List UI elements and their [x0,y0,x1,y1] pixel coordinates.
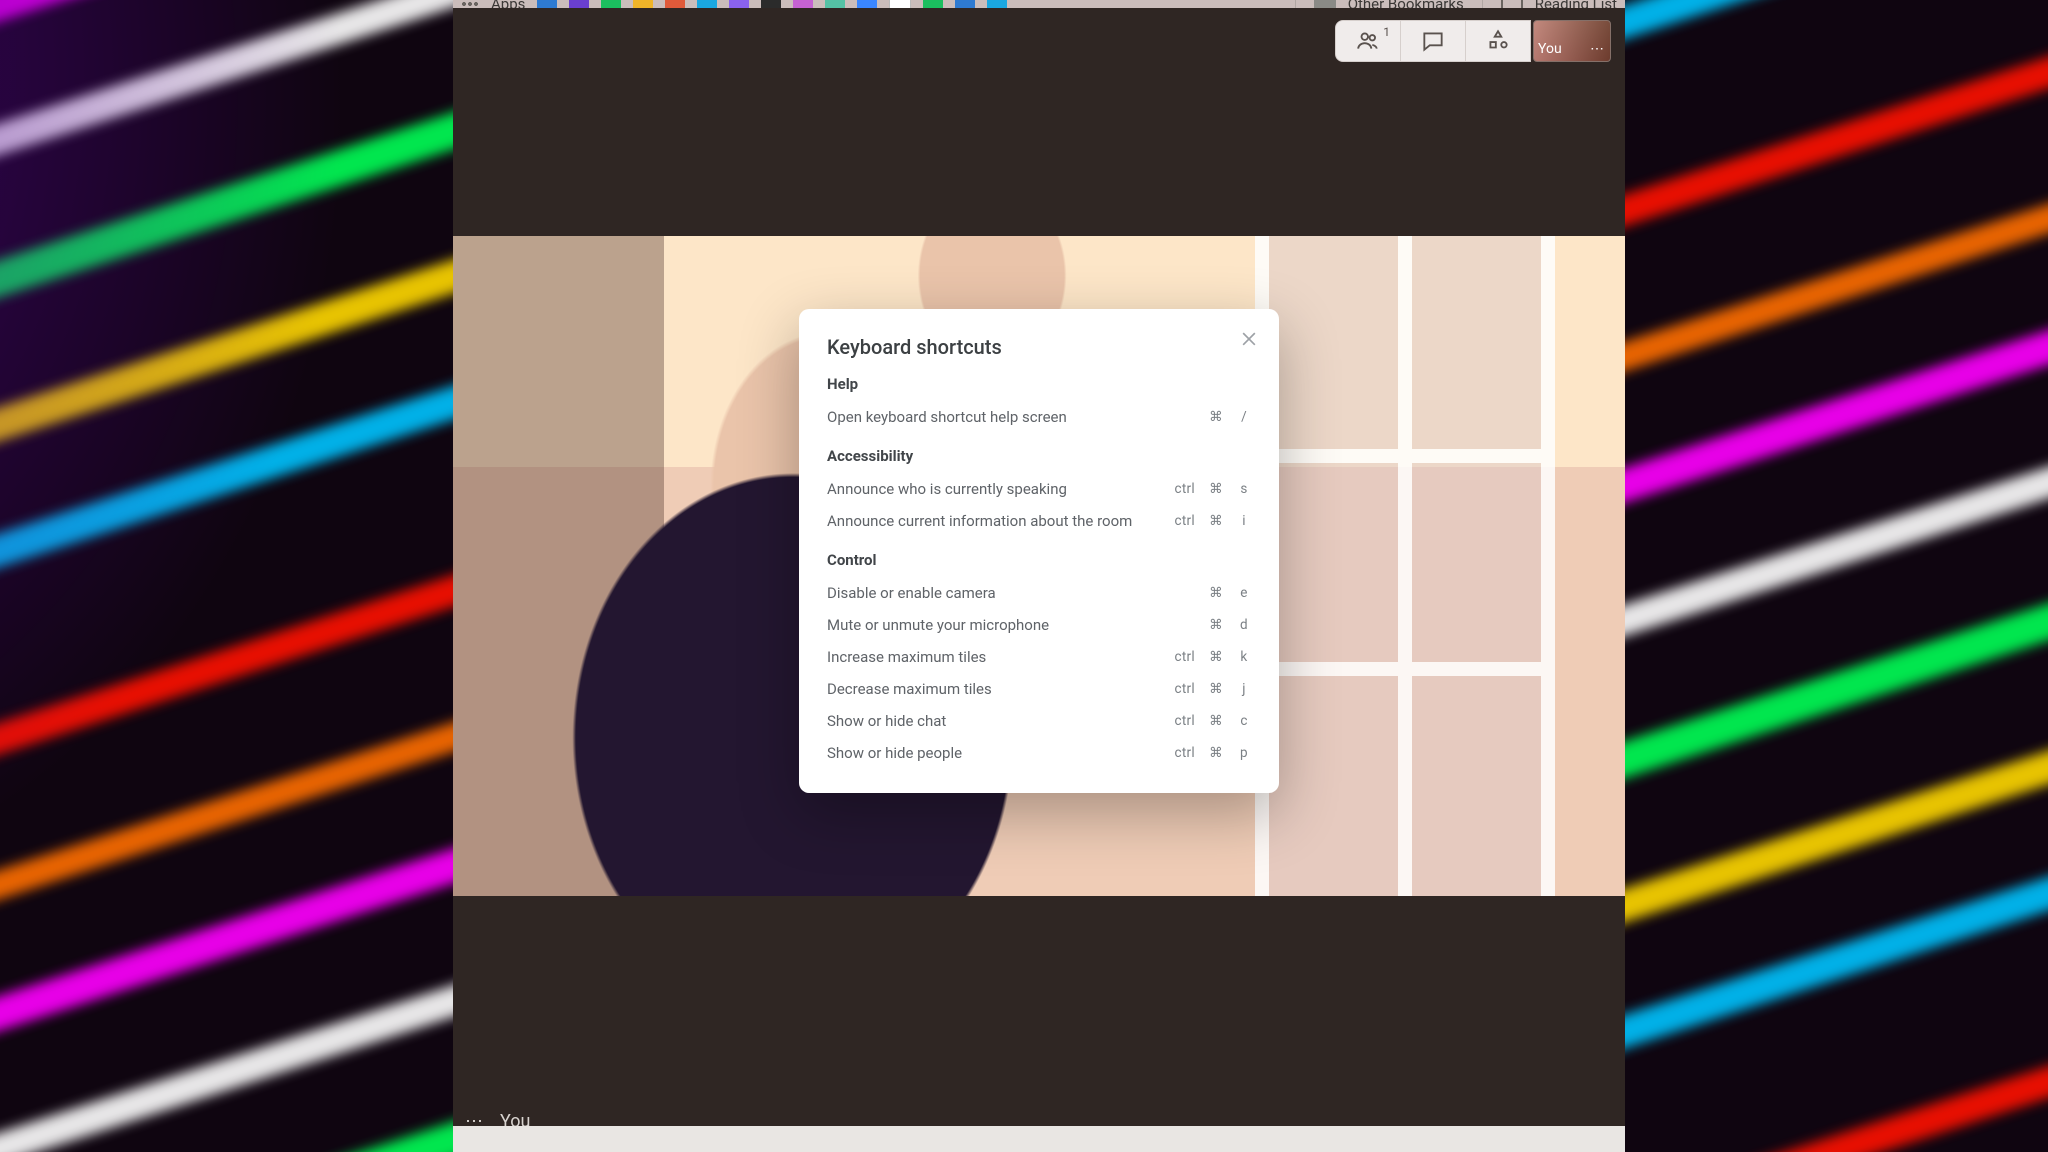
shortcut-label: Disable or enable camera [827,584,996,602]
key: ⌘ [1209,681,1223,697]
key: ctrl [1174,713,1195,729]
shortcut-label: Announce who is currently speaking [827,480,1067,498]
close-icon [1239,329,1259,349]
shortcut-keys: ctrl ⌘ s [1174,481,1251,497]
key: ⌘ [1209,745,1223,761]
key: ctrl [1174,481,1195,497]
key: ⌘ [1209,409,1223,425]
section-heading-accessibility: Accessibility [827,447,1251,465]
key: ⌘ [1209,649,1223,665]
bookmarks-bar: Apps Other Bookmarks Reading List [453,0,1625,8]
shortcut-label: Show or hide chat [827,712,946,730]
key: ⌘ [1209,481,1223,497]
key: ctrl [1174,649,1195,665]
key: ⌘ [1209,713,1223,729]
shortcut-row: Open keyboard shortcut help screen ⌘ / [827,401,1251,433]
shortcut-keys: ctrl ⌘ k [1174,649,1251,665]
key: d [1237,617,1251,633]
section-heading-help: Help [827,375,1251,393]
shortcut-label: Decrease maximum tiles [827,680,992,698]
meet-app: 1 You ⋯ ⋯ You Keyboard shortcuts Help Op… [453,8,1625,1152]
key: / [1237,409,1251,425]
key: ⌘ [1209,513,1223,529]
shortcut-label: Show or hide people [827,744,962,762]
shortcut-row: Mute or unmute your microphone ⌘ d [827,609,1251,641]
key: k [1237,649,1251,665]
shortcut-row: Show or hide people ctrl ⌘ p [827,737,1251,769]
shortcut-row: Disable or enable camera ⌘ e [827,577,1251,609]
key: p [1237,745,1251,761]
key: ⌘ [1209,617,1223,633]
shortcut-keys: ctrl ⌘ p [1174,745,1251,761]
shortcut-keys: ⌘ / [1181,409,1251,425]
shortcut-row: Announce current information about the r… [827,505,1251,537]
key: i [1237,513,1251,529]
shortcut-keys: ⌘ e [1181,585,1251,601]
shortcut-keys: ⌘ d [1181,617,1251,633]
shortcut-keys: ctrl ⌘ c [1174,713,1251,729]
shortcut-row: Announce who is currently speaking ctrl … [827,473,1251,505]
close-button[interactable] [1233,323,1265,355]
shortcut-label: Open keyboard shortcut help screen [827,408,1067,426]
key: s [1237,481,1251,497]
key: j [1237,681,1251,697]
keyboard-shortcuts-dialog: Keyboard shortcuts Help Open keyboard sh… [799,309,1279,793]
shortcut-label: Increase maximum tiles [827,648,986,666]
shortcut-row: Show or hide chat ctrl ⌘ c [827,705,1251,737]
key: ⌘ [1209,585,1223,601]
section-heading-control: Control [827,551,1251,569]
key: ctrl [1174,745,1195,761]
shortcut-keys: ctrl ⌘ j [1174,681,1251,697]
key: ctrl [1174,681,1195,697]
shortcut-keys: ctrl ⌘ i [1174,513,1251,529]
shortcut-label: Announce current information about the r… [827,512,1132,530]
shortcut-row: Decrease maximum tiles ctrl ⌘ j [827,673,1251,705]
shortcut-row: Increase maximum tiles ctrl ⌘ k [827,641,1251,673]
shortcut-label: Mute or unmute your microphone [827,616,1049,634]
key: ctrl [1174,513,1195,529]
key: e [1237,585,1251,601]
key: c [1237,713,1251,729]
dialog-title: Keyboard shortcuts [827,335,1251,359]
